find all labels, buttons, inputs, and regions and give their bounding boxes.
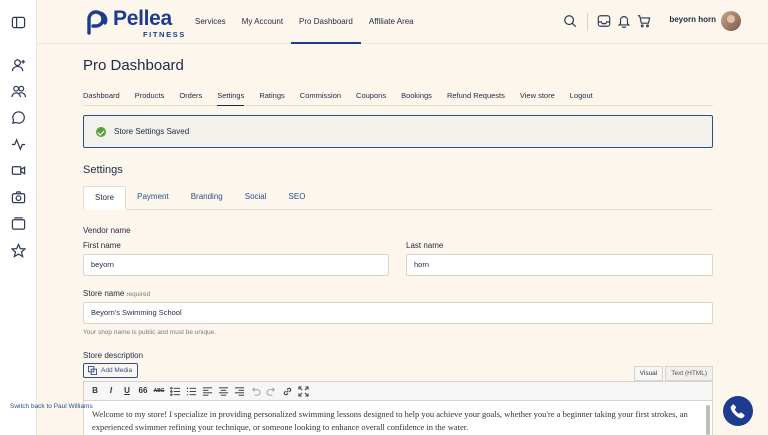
bullet-list-icon[interactable] [169,385,181,397]
subnav-bookings[interactable]: Bookings [401,90,432,106]
numbered-list-icon[interactable] [185,385,197,397]
inbox-icon[interactable] [597,14,611,28]
subnav-view-store[interactable]: View store [520,90,555,106]
bell-icon[interactable] [617,14,631,28]
store-description-text[interactable]: Welcome to my store! I specialize in pro… [84,401,712,434]
panel-toggle-icon[interactable] [11,15,26,30]
tab-payment[interactable]: Payment [126,186,180,210]
search-icon[interactable] [563,14,577,28]
subnav-dashboard[interactable]: Dashboard [83,90,120,106]
chat-icon[interactable] [11,110,26,125]
nav-services[interactable]: Services [187,0,234,44]
settings-heading: Settings [83,164,123,176]
nav-pro-dashboard[interactable]: Pro Dashboard [291,0,361,44]
subnav-coupons[interactable]: Coupons [356,90,386,106]
redo-icon[interactable] [265,385,277,397]
strikethrough-button[interactable]: ABC [153,385,165,397]
subnav-products[interactable]: Products [135,90,165,106]
tab-visual[interactable]: Visual [633,366,664,381]
tab-store[interactable]: Store [83,186,127,210]
header-actions: beyorn horn [528,0,768,44]
align-right-icon[interactable] [233,385,245,397]
editor-mode-tabs: Visual Text (HTML) [632,366,713,381]
italic-button[interactable]: I [105,385,117,397]
dashboard-subnav: Dashboard Products Orders Settings Ratin… [83,90,713,106]
users-icon[interactable] [11,84,26,99]
nav-affiliate-area[interactable]: Affiliate Area [361,0,422,44]
brand-name: Pellea [113,7,172,30]
video-icon[interactable] [11,163,26,178]
subnav-logout[interactable]: Logout [570,90,593,106]
align-center-icon[interactable] [217,385,229,397]
tab-branding[interactable]: Branding [180,186,234,210]
editor-toolbar: B I U 66 ABC [83,381,713,401]
add-media-button[interactable]: Add Media [83,363,139,378]
editor-scrollbar[interactable] [706,405,710,435]
undo-icon[interactable] [249,385,261,397]
cart-icon[interactable] [637,14,651,28]
last-name-field[interactable]: horn [406,254,713,276]
subnav-commission[interactable]: Commission [300,90,341,106]
left-rail [0,0,37,435]
check-circle-icon [96,127,106,137]
subnav-refund-requests[interactable]: Refund Requests [447,90,505,106]
subnav-settings[interactable]: Settings [217,90,245,106]
call-button[interactable] [723,396,753,426]
required-hint: required [126,291,151,298]
first-name-field[interactable]: beyorn [83,254,389,276]
link-icon[interactable] [281,385,293,397]
page-title: Pro Dashboard [83,57,184,74]
settings-tabs: Store Payment Branding Social SEO [83,186,713,210]
bold-button[interactable]: B [89,385,101,397]
align-left-icon[interactable] [201,385,213,397]
header-divider [587,13,588,31]
store-name-help: Your shop name is public and must be uni… [83,329,217,336]
blockquote-button[interactable]: 66 [137,385,149,397]
phone-icon [730,404,745,419]
brand-subtitle: FITNESS [143,30,186,39]
camera-icon[interactable] [11,190,26,205]
store-name-field[interactable]: Beyorn's Swimming School [83,302,713,324]
fullscreen-icon[interactable] [297,385,309,397]
tab-seo[interactable]: SEO [278,186,317,210]
underline-button[interactable]: U [121,385,133,397]
top-header: Pellea FITNESS Services My Account Pro D… [37,0,768,44]
folders-icon[interactable] [11,216,26,231]
star-icon[interactable] [11,243,26,258]
switch-back-link[interactable]: Switch back to Paul Williams [10,403,93,410]
username[interactable]: beyorn horn [669,15,716,24]
last-name-label: Last name [406,241,444,250]
pellea-logo-icon [87,10,108,35]
first-name-label: First name [83,241,121,250]
store-description-label: Store description [83,351,144,360]
notice-message: Store Settings Saved [114,127,190,136]
success-notice: Store Settings Saved [83,115,713,148]
activity-icon[interactable] [11,137,26,152]
avatar[interactable] [721,11,741,31]
nav-my-account[interactable]: My Account [234,0,291,44]
user-plus-icon[interactable] [11,58,26,73]
store-name-label-text: Store name [83,289,125,298]
subnav-ratings[interactable]: Ratings [259,90,284,106]
main-nav: Services My Account Pro Dashboard Affili… [187,0,422,44]
add-media-label: Add Media [101,367,133,374]
store-description-editor[interactable]: Welcome to my store! I specialize in pro… [83,401,713,435]
brand-logo[interactable]: Pellea FITNESS [85,7,195,39]
tab-text-html[interactable]: Text (HTML) [665,366,713,381]
media-icon [88,366,97,375]
vendor-name-label: Vendor name [83,226,131,235]
tab-social[interactable]: Social [234,186,278,210]
subnav-orders[interactable]: Orders [179,90,202,106]
store-name-label: Store name required [83,289,150,298]
